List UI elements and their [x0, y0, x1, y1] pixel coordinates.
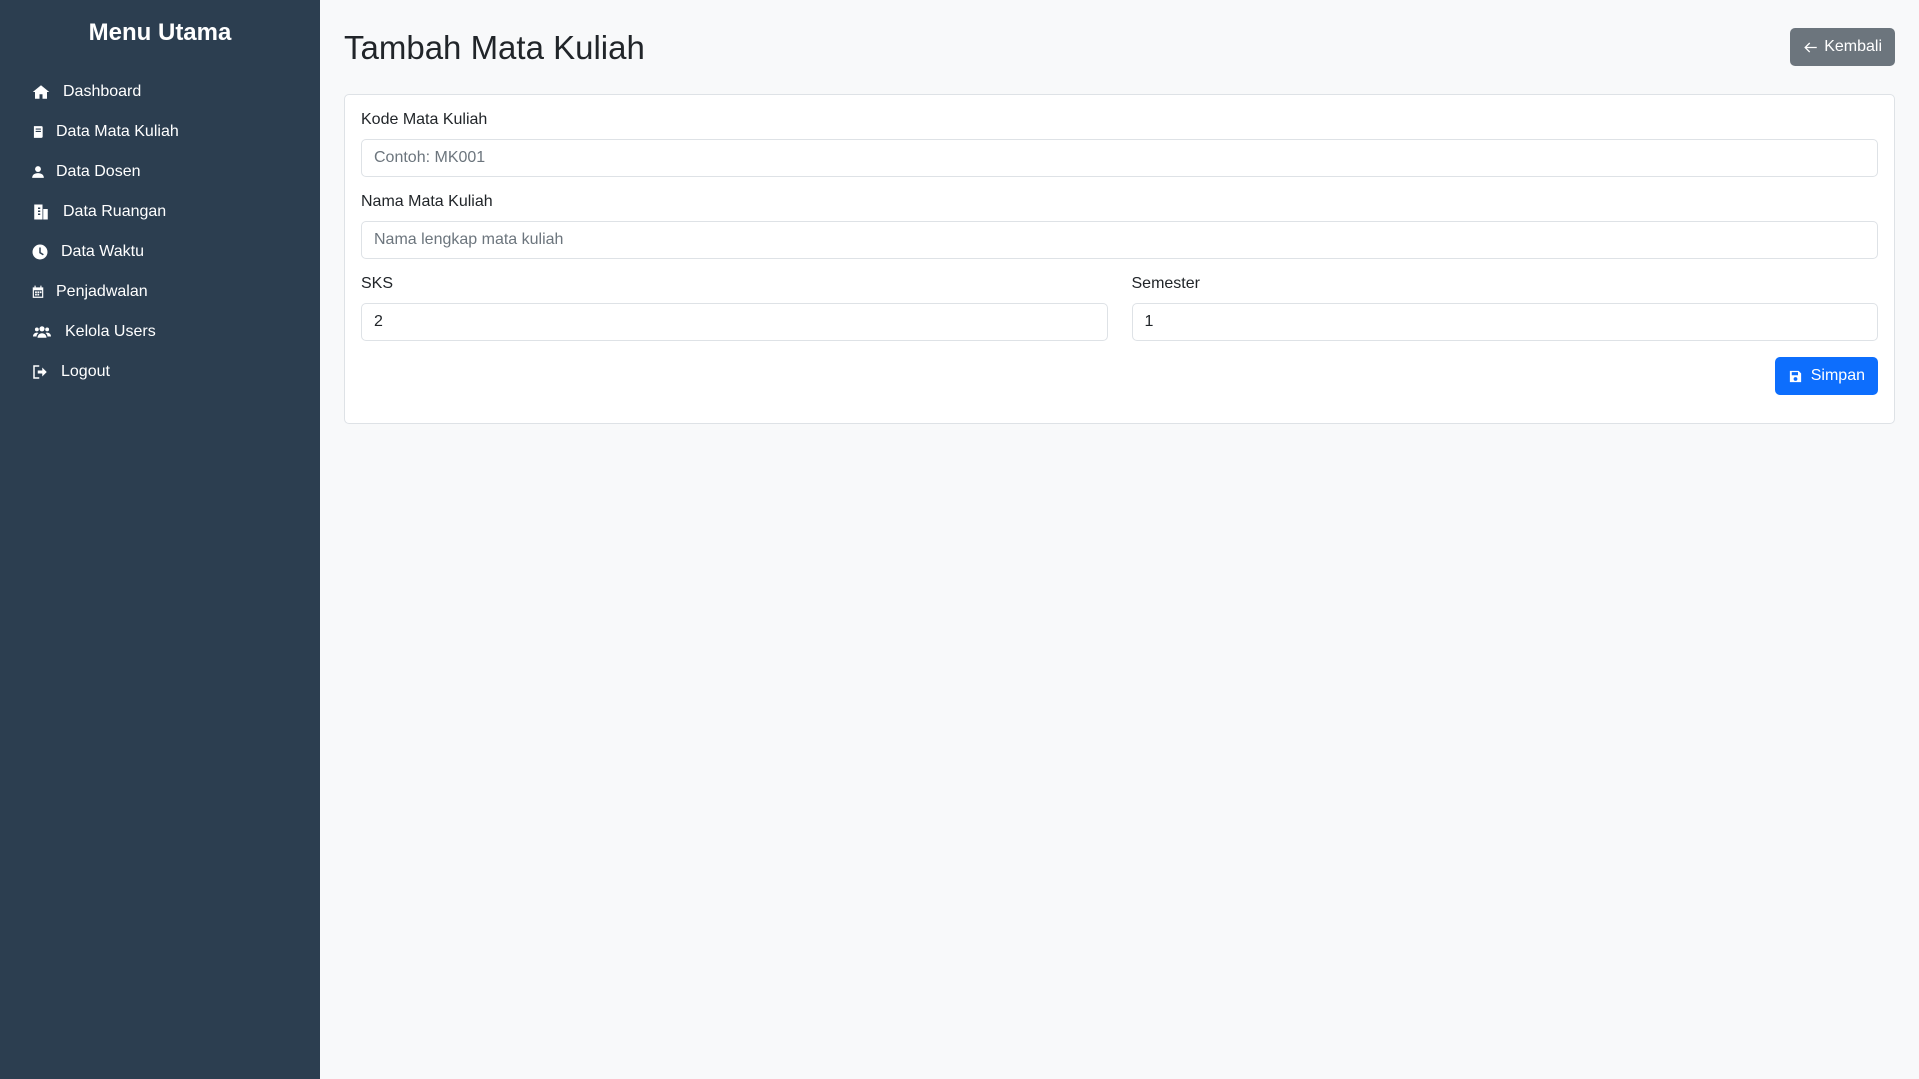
sks-label: SKS [361, 275, 394, 292]
back-button[interactable]: Kembali [1790, 28, 1895, 66]
sidebar-item-label: Data Ruangan [63, 203, 167, 220]
semester-label: Semester [1131, 275, 1200, 292]
sidebar-item-data-ruangan[interactable]: Data Ruangan [0, 192, 320, 232]
book-icon [31, 123, 45, 141]
save-button-label: Simpan [1810, 367, 1865, 384]
building-icon [31, 203, 51, 221]
back-button-label: Kembali [1824, 38, 1882, 55]
semester-group: Semester [1131, 275, 1878, 341]
sidebar: Menu Utama Dashboard Data Mata Kuliah Da… [0, 0, 320, 1079]
sidebar-item-dashboard[interactable]: Dashboard [0, 72, 320, 112]
save-icon [1789, 370, 1801, 382]
logout-icon [31, 363, 49, 381]
kode-group: Kode Mata Kuliah [361, 111, 1878, 177]
page-header: Tambah Mata Kuliah Kembali [344, 0, 1895, 94]
arrow-left-icon [1804, 42, 1817, 52]
semester-input[interactable] [1131, 303, 1878, 341]
home-icon [31, 83, 51, 101]
form-actions: Simpan [361, 357, 1878, 395]
sks-group: SKS [361, 275, 1108, 341]
sidebar-item-data-dosen[interactable]: Data Dosen [0, 152, 320, 192]
main-content: Tambah Mata Kuliah Kembali Kode Mata Kul… [320, 0, 1919, 1079]
sidebar-item-label: Logout [61, 363, 110, 380]
sidebar-item-logout[interactable]: Logout [0, 352, 320, 392]
sidebar-item-label: Kelola Users [65, 323, 156, 340]
sks-input[interactable] [361, 303, 1108, 341]
user-tie-icon [31, 163, 45, 181]
clock-icon [31, 243, 49, 261]
sidebar-nav: Dashboard Data Mata Kuliah Data Dosen Da… [0, 72, 320, 392]
nama-label: Nama Mata Kuliah [361, 193, 493, 210]
page-title: Tambah Mata Kuliah [344, 29, 645, 66]
sidebar-item-kelola-users[interactable]: Kelola Users [0, 312, 320, 352]
sidebar-item-data-mata-kuliah[interactable]: Data Mata Kuliah [0, 112, 320, 152]
form-card: Kode Mata Kuliah Nama Mata Kuliah SKS Se… [344, 94, 1895, 424]
nama-group: Nama Mata Kuliah [361, 193, 1878, 259]
kode-label: Kode Mata Kuliah [361, 111, 488, 128]
sidebar-item-penjadwalan[interactable]: Penjadwalan [0, 272, 320, 312]
sidebar-item-label: Penjadwalan [56, 283, 148, 300]
sidebar-item-data-waktu[interactable]: Data Waktu [0, 232, 320, 272]
kode-input[interactable] [361, 139, 1878, 177]
save-button[interactable]: Simpan [1774, 357, 1878, 395]
users-icon [31, 323, 53, 341]
sidebar-item-label: Data Mata Kuliah [56, 123, 179, 140]
sidebar-item-label: Dashboard [63, 83, 142, 100]
calendar-icon [31, 283, 45, 301]
sidebar-item-label: Data Dosen [56, 163, 141, 180]
sks-semester-row: SKS Semester [361, 275, 1878, 357]
sidebar-title: Menu Utama [88, 19, 232, 46]
nama-input[interactable] [361, 221, 1878, 259]
sidebar-item-label: Data Waktu [61, 243, 144, 260]
